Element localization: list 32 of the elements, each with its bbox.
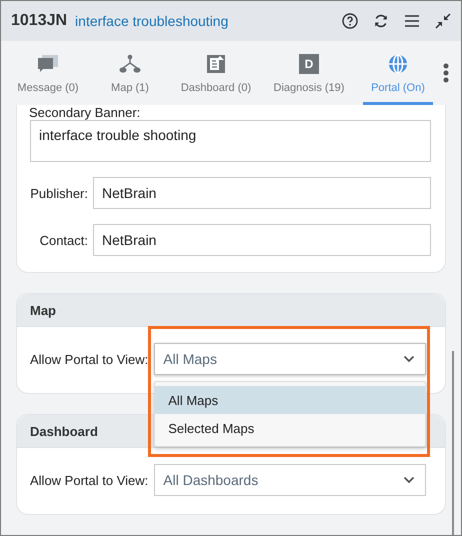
- device-title: 1013JN: [11, 12, 68, 30]
- input-field[interactable]: NetBrain: [93, 177, 431, 209]
- field-label: Publisher:: [30, 186, 88, 200]
- chat-bubble-icon: [37, 54, 59, 74]
- section-title: Map: [17, 294, 445, 327]
- dropdown-select[interactable]: All Dashboards: [154, 464, 426, 496]
- collapse-icon[interactable]: [435, 13, 451, 29]
- banner-text-field[interactable]: interface trouble shooting: [30, 120, 431, 162]
- refresh-icon[interactable]: [373, 13, 389, 29]
- field-label: Secondary Banner:: [29, 106, 140, 120]
- chevron-down-icon: [403, 355, 416, 363]
- topology-icon: [119, 54, 141, 74]
- input-field[interactable]: NetBrain: [93, 224, 431, 256]
- tab[interactable]: Map (1): [91, 41, 169, 105]
- globe-icon: [388, 54, 408, 74]
- dropdown-option[interactable]: Selected Maps: [155, 414, 426, 442]
- dropdown-option[interactable]: All Maps: [155, 386, 426, 414]
- letter-d-icon: D: [299, 54, 319, 74]
- map-name-link[interactable]: interface troubleshouting: [75, 13, 334, 29]
- field-label: Allow Portal to View:: [30, 352, 148, 366]
- more-icon[interactable]: [443, 63, 449, 83]
- help-icon[interactable]: [342, 13, 358, 29]
- dropdown-select[interactable]: All Maps: [154, 343, 426, 375]
- field-label: Contact:: [40, 232, 88, 248]
- report-icon: [206, 54, 226, 74]
- chevron-down-icon: [403, 476, 416, 484]
- field-label: Allow Portal to View:: [30, 472, 148, 488]
- tab[interactable]: D Diagnosis (19): [263, 41, 355, 105]
- scrollbar[interactable]: [452, 351, 454, 535]
- menu-icon[interactable]: [404, 13, 420, 29]
- tab[interactable]: Dashboard (0): [171, 41, 261, 105]
- tab[interactable]: Message (0): [7, 41, 89, 105]
